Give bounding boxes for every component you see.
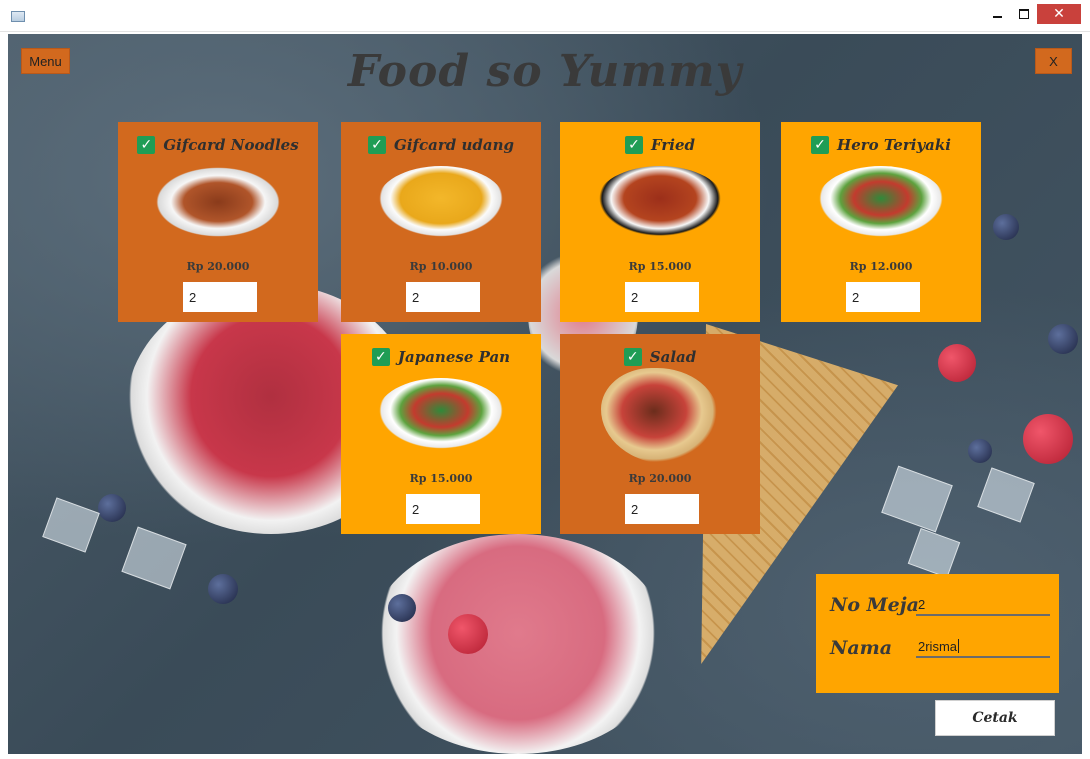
table-number-input[interactable]: 2 — [916, 594, 1050, 616]
quantity-input-japanese-pan[interactable]: 2 — [406, 494, 480, 524]
name-input[interactable]: 2risma — [916, 636, 1050, 658]
text-caret — [958, 639, 960, 653]
fried-noodle-plate-image — [596, 166, 724, 238]
item-name: Fried — [650, 136, 696, 154]
checkbox-salad[interactable]: ✓ — [623, 348, 642, 366]
icecream-bowl-image — [368, 534, 668, 754]
quantity-input-gifcard-udang[interactable]: 2 — [406, 282, 480, 312]
menu-card-gifcard-noodles: ✓ Gifcard Noodles Rp 20.000 2 — [118, 122, 318, 322]
item-price: Rp 12.000 — [849, 260, 913, 273]
quantity-input-salad[interactable]: 2 — [625, 494, 699, 524]
checkbox-hero-teriyaki[interactable]: ✓ — [811, 136, 830, 154]
item-name: Japanese Pan — [397, 348, 511, 366]
checkbox-gifcard-udang[interactable]: ✓ — [368, 136, 387, 154]
maximize-icon[interactable] — [1011, 4, 1037, 24]
ice-cube-image — [907, 527, 961, 579]
ice-cube-image — [42, 497, 100, 553]
app-window-icon — [11, 11, 25, 22]
ice-cube-image — [977, 467, 1035, 523]
menu-card-salad: ✓ Salad Rp 20.000 2 — [560, 334, 760, 534]
name-label: Nama — [830, 637, 893, 659]
kebab-wrap-image — [601, 368, 719, 464]
name-input-value: 2risma — [918, 638, 958, 654]
fries-plate-image — [377, 166, 505, 238]
raspberry-image — [938, 344, 976, 382]
item-price: Rp 20.000 — [186, 260, 250, 273]
blueberry-image — [388, 594, 416, 622]
quantity-input-fried[interactable]: 2 — [625, 282, 699, 312]
item-price: Rp 15.000 — [409, 472, 473, 485]
print-button[interactable]: Cetak — [935, 700, 1055, 736]
salad-plate-image — [377, 378, 505, 450]
quantity-input-gifcard-noodles[interactable]: 2 — [183, 282, 257, 312]
app-title: Food so Yummy — [347, 46, 743, 97]
minimize-icon[interactable] — [983, 4, 1011, 24]
menu-card-japanese-pan: ✓ Japanese Pan Rp 15.000 2 — [341, 334, 541, 534]
item-price: Rp 15.000 — [628, 260, 692, 273]
ice-cube-image — [121, 526, 187, 590]
noodle-plate-image — [154, 166, 282, 238]
menu-card-gifcard-udang: ✓ Gifcard udang Rp 10.000 2 — [341, 122, 541, 322]
ice-cube-image — [881, 465, 953, 533]
raspberry-image — [448, 614, 488, 654]
menu-card-fried: ✓ Fried Rp 15.000 2 — [560, 122, 760, 322]
item-price: Rp 20.000 — [628, 472, 692, 485]
quantity-input-hero-teriyaki[interactable]: 2 — [846, 282, 920, 312]
blueberry-image — [968, 439, 992, 463]
item-name: Gifcard Noodles — [163, 136, 299, 154]
raspberry-image — [1023, 414, 1073, 464]
order-form-panel: No Meja 2 Nama 2risma — [816, 574, 1059, 693]
blueberry-image — [98, 494, 126, 522]
window-close-button[interactable]: ✕ — [1037, 4, 1081, 24]
window-titlebar: ✕ — [0, 0, 1090, 32]
teriyaki-salad-image — [817, 166, 945, 238]
menu-card-hero-teriyaki: ✓ Hero Teriyaki Rp 12.000 2 — [781, 122, 981, 322]
checkbox-japanese-pan[interactable]: ✓ — [371, 348, 390, 366]
checkbox-gifcard-noodles[interactable]: ✓ — [137, 136, 156, 154]
app-background: Food so Yummy Menu X ✓ Gifcard Noodles R… — [8, 34, 1082, 754]
item-price: Rp 10.000 — [409, 260, 473, 273]
blueberry-image — [993, 214, 1019, 240]
item-name: Hero Teriyaki — [837, 136, 951, 154]
blueberry-image — [1048, 324, 1078, 354]
menu-button[interactable]: Menu — [21, 48, 70, 74]
checkbox-fried[interactable]: ✓ — [624, 136, 643, 154]
table-number-label: No Meja — [830, 594, 919, 616]
close-button[interactable]: X — [1035, 48, 1072, 74]
blueberry-image — [208, 574, 238, 604]
item-name: Salad — [649, 348, 697, 366]
item-name: Gifcard udang — [394, 136, 514, 154]
